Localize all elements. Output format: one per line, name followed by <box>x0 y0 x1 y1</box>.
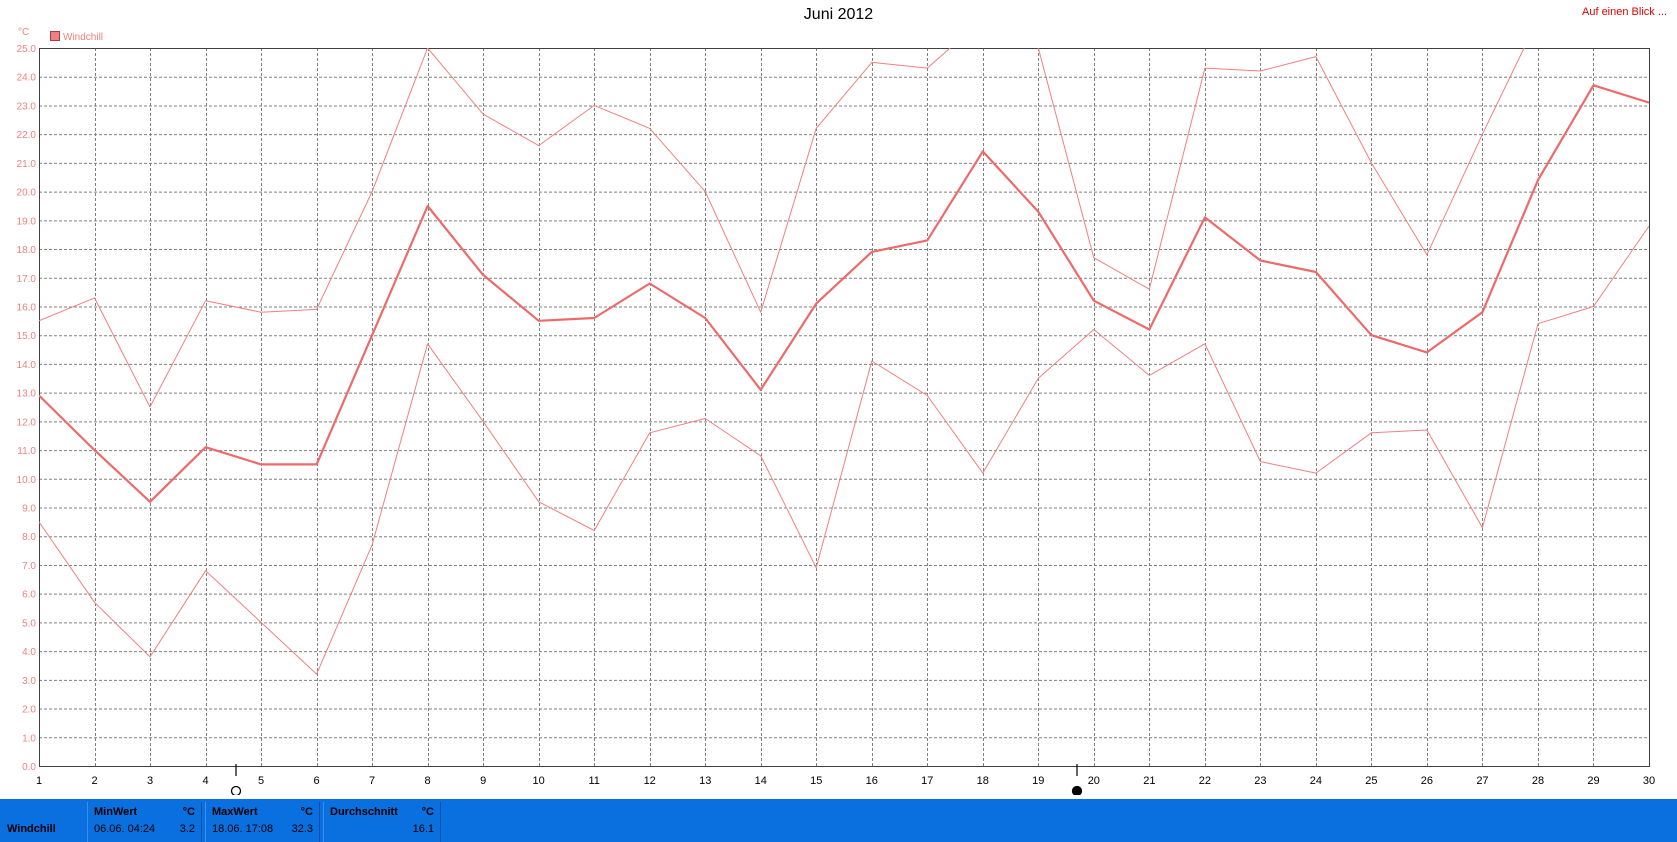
y-tick-label: 14.0 <box>17 360 37 371</box>
y-tick-label: 0.0 <box>22 762 36 773</box>
y-tick-label: 1.0 <box>22 733 36 744</box>
y-tick-label: 5.0 <box>22 618 36 629</box>
grid <box>39 48 1650 767</box>
x-tick-label: 6 <box>314 775 320 787</box>
avg-header: Durchschnitt <box>330 806 398 818</box>
avg-value: 16.1 <box>412 823 434 835</box>
y-tick-label: 3.0 <box>22 676 36 687</box>
max-header: MaxWert <box>212 806 258 818</box>
x-tick-label: 27 <box>1476 775 1488 787</box>
x-tick-label: 10 <box>533 775 545 787</box>
x-tick-label: 4 <box>202 775 208 787</box>
y-tick-label: 4.0 <box>22 647 36 658</box>
x-tick-label: 11 <box>588 775 599 787</box>
chart: 0.01.02.03.04.05.06.07.08.09.010.011.012… <box>17 44 1655 795</box>
x-tick-label: 16 <box>866 775 878 787</box>
min-value-box: MinWert °C 06.06. 04:24 3.2 <box>87 802 202 842</box>
x-tick-label: 21 <box>1143 775 1155 787</box>
y-tick-label: 17.0 <box>17 274 37 285</box>
y-tick-label: 6.0 <box>22 590 36 601</box>
circle-open-icon <box>230 785 242 795</box>
y-tick-label: 15.0 <box>17 331 37 342</box>
min-value: 3.2 <box>179 823 195 835</box>
x-tick-label: 28 <box>1532 775 1544 787</box>
y-tick-label: 16.0 <box>17 302 37 313</box>
stats-bar: Windchill MinWert °C 06.06. 04:24 3.2 Ma… <box>0 799 1677 842</box>
plot-frame <box>39 48 1650 767</box>
x-tick-label: 20 <box>1088 775 1100 787</box>
x-tick-label: 7 <box>369 775 375 787</box>
y-tick-label: 19.0 <box>17 216 37 227</box>
y-tick-label: 22.0 <box>17 130 37 141</box>
avg-unit: °C <box>421 806 434 818</box>
x-tick-label: 25 <box>1365 775 1377 787</box>
y-tick-label: 21.0 <box>17 159 37 170</box>
x-tick-label: 9 <box>480 775 486 787</box>
circle-filled-icon <box>1071 785 1083 795</box>
x-tick-label: 14 <box>755 775 767 787</box>
average-box: Durchschnitt °C 16.1 <box>323 802 441 842</box>
y-tick-label: 24.0 <box>17 73 37 84</box>
x-tick-label: 17 <box>921 775 933 787</box>
x-tick-label: 15 <box>810 775 822 787</box>
x-tick-label: 18 <box>977 775 989 787</box>
y-tick-label: 11.0 <box>17 446 36 457</box>
y-tick-label: 12.0 <box>17 417 37 428</box>
y-tick-label: 10.0 <box>17 475 37 486</box>
series-group <box>39 48 1649 675</box>
y-tick-label: 2.0 <box>22 705 36 716</box>
x-tick-label: 13 <box>699 775 711 787</box>
x-tick-label: 22 <box>1199 775 1211 787</box>
max-time: 18.06. 17:08 <box>212 823 274 835</box>
x-tick-label: 2 <box>91 775 97 787</box>
x-tick-label: 5 <box>258 775 264 787</box>
y-tick-label: 20.0 <box>17 188 37 199</box>
x-tick-label: 30 <box>1643 775 1655 787</box>
y-tick-label: 8.0 <box>22 532 36 543</box>
y-tick-label: 13.0 <box>17 389 37 400</box>
x-tick-label: 29 <box>1587 775 1599 787</box>
x-tick-label: 19 <box>1032 775 1044 787</box>
series-line-avg <box>39 84 1649 503</box>
x-tick-label: 12 <box>644 775 656 787</box>
min-header: MinWert <box>94 806 138 818</box>
y-tick-label: 9.0 <box>22 504 36 515</box>
min-unit: °C <box>182 806 195 818</box>
y-tick-label: 18.0 <box>17 245 37 256</box>
max-value: 32.3 <box>291 823 313 835</box>
x-tick-label: 3 <box>147 775 153 787</box>
x-tick-label: 24 <box>1310 775 1322 787</box>
x-tick-label: 23 <box>1254 775 1266 787</box>
x-tick-label: 8 <box>425 775 431 787</box>
max-value-box: MaxWert °C 18.06. 17:08 32.3 <box>205 802 320 842</box>
y-tick-label: 23.0 <box>17 101 37 112</box>
y-tick-label: 25.0 <box>17 44 37 55</box>
min-time: 06.06. 04:24 <box>94 823 156 835</box>
max-unit: °C <box>300 806 313 818</box>
x-tick-label: 26 <box>1421 775 1433 787</box>
x-tick-label: 1 <box>36 775 42 787</box>
stats-series-name: Windchill <box>7 823 56 835</box>
y-tick-label: 7.0 <box>22 561 36 572</box>
